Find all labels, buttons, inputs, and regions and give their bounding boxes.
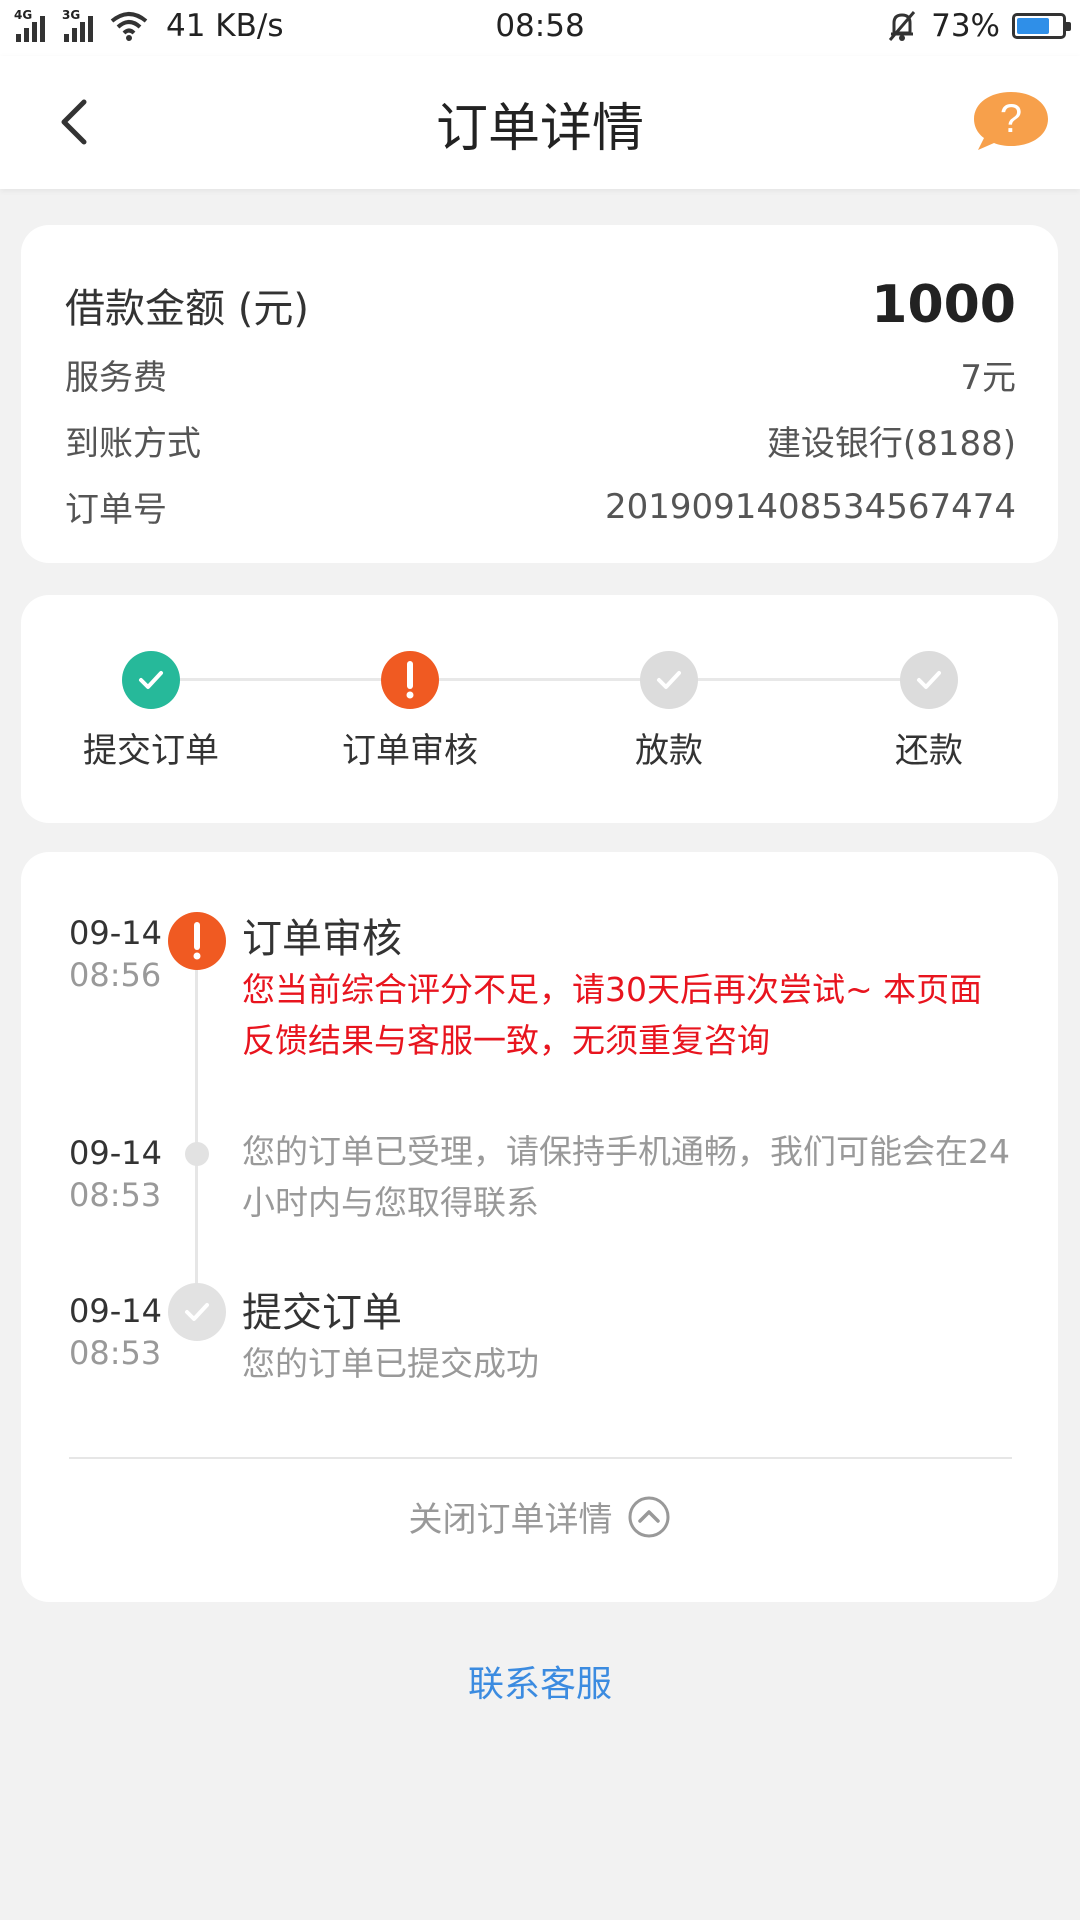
loan-summary-card: 借款金额 (元) 1000 服务费 7元 到账方式 建设银行(8188) 订单号…: [21, 225, 1058, 563]
order-no-row: 订单号 2019091408534567474: [65, 482, 1016, 531]
timeline-date: 09-14: [69, 1134, 162, 1172]
collapse-details-button[interactable]: 关闭订单详情: [21, 1492, 1058, 1541]
exclamation-icon: [168, 912, 226, 970]
timeline-desc: 您的订单已提交成功: [242, 1344, 539, 1383]
check-icon: [168, 1283, 226, 1341]
step-label: 放款: [635, 731, 703, 771]
timeline-time: 08:53: [69, 1176, 162, 1214]
amount-value: 1000: [871, 275, 1016, 335]
divider: [69, 1457, 1012, 1459]
amount-row: 借款金额 (元) 1000: [65, 275, 1016, 335]
status-bar: 4G 3G 41 KB/s 08:58 73%: [0, 0, 1080, 56]
check-icon: [640, 651, 698, 709]
step-submit: 提交订单: [51, 651, 251, 772]
collapse-label: 关闭订单详情: [408, 1500, 613, 1540]
timeline-line: [195, 937, 198, 1327]
step-repay: 还款: [829, 651, 1029, 772]
step-label: 还款: [895, 731, 963, 771]
exclamation-icon: [381, 651, 439, 709]
payout-label: 到账方式: [65, 424, 201, 464]
timeline-time: 08:53: [69, 1334, 162, 1372]
payout-row: 到账方式 建设银行(8188): [65, 416, 1016, 465]
app-header: 订单详情 ?: [0, 56, 1080, 189]
timeline-desc: 您的订单已受理，请保持手机通畅，我们可能会在24小时内与您取得联系: [242, 1132, 1010, 1222]
timeline-desc: 您当前综合评分不足，请30天后再次尝试~ 本页面反馈结果与客服一致，无须重复咨询: [242, 970, 983, 1060]
mute-bell-icon: [888, 11, 916, 41]
timeline-time: 08:56: [69, 956, 162, 994]
payout-value: 建设银行(8188): [766, 424, 1016, 464]
svg-text:?: ?: [1000, 97, 1022, 141]
battery-icon: [1012, 13, 1071, 39]
progress-steps-card: 提交订单 订单审核 放款 还款: [21, 595, 1058, 823]
check-icon: [122, 651, 180, 709]
timeline-dot: [185, 1142, 209, 1166]
timeline-title: 订单审核: [242, 916, 402, 962]
amount-label: 借款金额 (元): [65, 286, 309, 332]
fee-value: 7元: [960, 358, 1016, 398]
timeline-title: 提交订单: [242, 1290, 402, 1336]
step-label: 订单审核: [342, 731, 478, 771]
fee-label: 服务费: [65, 358, 167, 398]
steps-connector: [151, 678, 928, 681]
page-title: 订单详情: [435, 99, 644, 159]
question-bubble-icon[interactable]: ?: [972, 88, 1050, 154]
order-no-value: 2019091408534567474: [604, 486, 1016, 527]
fee-row: 服务费 7元: [65, 350, 1016, 399]
order-timeline-card: 09-14 08:56 订单审核 您当前综合评分不足，请30天后再次尝试~ 本页…: [21, 852, 1058, 1602]
chevron-up-circle-icon: [628, 1496, 669, 1537]
order-no-label: 订单号: [65, 490, 167, 530]
battery-percent: 73%: [931, 8, 1000, 44]
contact-support-link[interactable]: 联系客服: [0, 1655, 1080, 1707]
check-icon: [900, 651, 958, 709]
step-disburse: 放款: [569, 651, 769, 772]
step-label: 提交订单: [83, 731, 219, 771]
step-review: 订单审核: [310, 651, 510, 772]
